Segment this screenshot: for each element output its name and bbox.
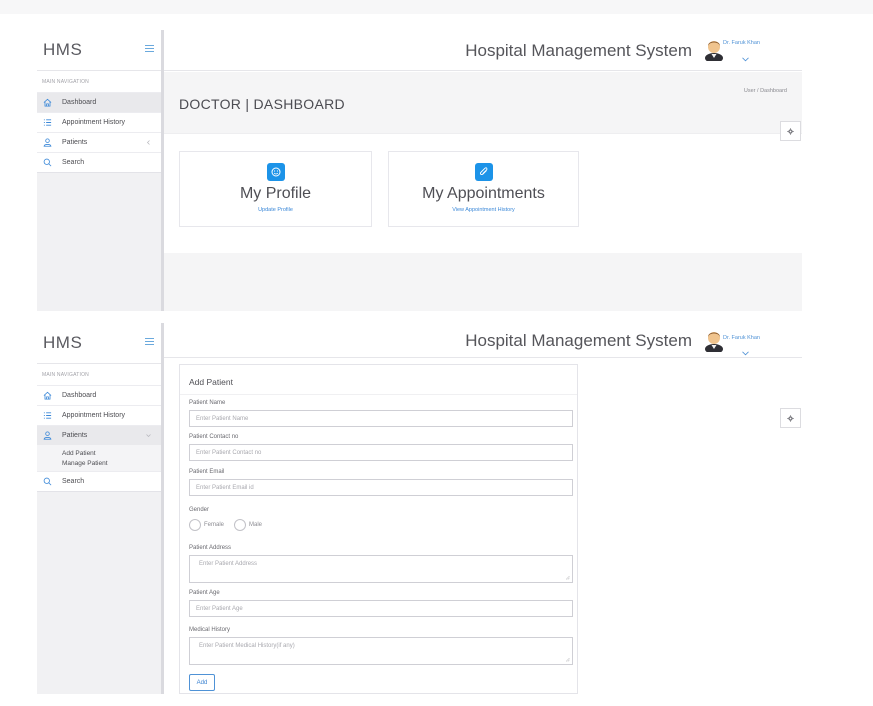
settings-button[interactable] <box>780 121 801 141</box>
sidebar-item-label: Search <box>62 159 85 166</box>
paperclip-icon <box>474 163 493 181</box>
add-patient-form: Add Patient Patient Name Enter Patient N… <box>179 364 578 694</box>
view-appointment-history-link[interactable]: View Appointment History <box>389 207 578 213</box>
female-radio-label: Female <box>204 522 225 528</box>
patient-name-input[interactable]: Enter Patient Name <box>189 410 573 427</box>
avatar[interactable] <box>704 328 724 354</box>
user-icon <box>41 138 53 148</box>
home-icon <box>41 391 53 401</box>
user-icon <box>41 431 53 441</box>
chevron-down-icon <box>146 433 151 438</box>
sidebar: HMS MAIN NAVIGATION Dashboard Appointmen… <box>37 30 164 311</box>
main-content: Hospital Management System Dr. Faruk Kha… <box>164 323 802 694</box>
gear-icon <box>787 414 794 422</box>
resize-grip-icon[interactable] <box>565 575 570 580</box>
sidebar-item-appointment-history[interactable]: Appointment History <box>37 112 161 132</box>
sidebar-item-patients[interactable]: Patients <box>37 132 161 152</box>
user-name[interactable]: Dr. Faruk Khan <box>723 335 760 341</box>
nav-heading: MAIN NAVIGATION <box>37 71 161 92</box>
male-radio[interactable] <box>234 519 247 531</box>
chevron-down-icon[interactable] <box>742 49 749 62</box>
nav-list: Dashboard Appointment History Patients S… <box>37 92 161 173</box>
app-logo: HMS <box>43 333 83 352</box>
user-name[interactable]: Dr. Faruk Khan <box>723 40 760 46</box>
male-radio-label: Male <box>249 522 263 528</box>
chevron-down-icon[interactable] <box>742 343 749 356</box>
page-header: DOCTOR | DASHBOARD User / Dashboard <box>164 72 802 134</box>
patient-contact-input[interactable]: Enter Patient Contact no <box>189 444 573 461</box>
appointments-card[interactable]: My Appointments View Appointment History <box>388 151 579 227</box>
patient-email-input[interactable]: Enter Patient Email id <box>189 479 573 496</box>
sidebar-item-dashboard[interactable]: Dashboard <box>37 385 161 405</box>
form-divider <box>180 394 577 395</box>
gender-options: Female Male <box>189 519 262 531</box>
menu-toggle-icon[interactable] <box>145 45 154 52</box>
sidebar-item-search[interactable]: Search <box>37 152 161 172</box>
search-icon <box>41 158 53 168</box>
sidebar-item-label: Dashboard <box>62 99 97 106</box>
female-radio[interactable] <box>189 519 201 531</box>
medical-history-placeholder: Enter Patient Medical History(if any) <box>199 643 295 649</box>
resize-grip-icon[interactable] <box>565 657 570 662</box>
patient-name-label: Patient Name <box>189 400 226 406</box>
search-icon <box>41 477 53 487</box>
settings-button[interactable] <box>780 408 801 428</box>
sidebar-item-appointment-history[interactable]: Appointment History <box>37 405 161 425</box>
smile-icon <box>266 163 285 181</box>
menu-toggle-icon[interactable] <box>145 338 154 345</box>
chevron-left-icon <box>146 140 151 145</box>
avatar[interactable] <box>704 37 724 63</box>
nav-list: Dashboard Appointment History Patients A… <box>37 385 161 492</box>
add-patient-button[interactable]: Add <box>189 674 215 691</box>
card-title: My Profile <box>239 185 312 202</box>
logo-row: HMS <box>37 323 161 364</box>
main-content: Hospital Management System Dr. Faruk Kha… <box>164 30 802 311</box>
sidebar-item-dashboard[interactable]: Dashboard <box>37 92 161 112</box>
medical-history-textarea[interactable]: Enter Patient Medical History(if any) <box>189 637 573 665</box>
add-patient-screen: HMS MAIN NAVIGATION Dashboard Appointmen… <box>37 323 802 694</box>
app-title: Hospital Management System <box>465 331 692 350</box>
card-title: My Appointments <box>422 185 545 202</box>
gender-label: Gender <box>189 507 210 513</box>
logo-row: HMS <box>37 30 161 71</box>
submenu-item-add-patient[interactable]: Add Patient <box>37 445 161 459</box>
home-icon <box>41 98 53 108</box>
app-title: Hospital Management System <box>465 41 692 60</box>
browser-top-strip <box>0 0 873 14</box>
sidebar-item-label: Search <box>62 478 85 485</box>
sidebar-item-label: Patients <box>62 432 88 439</box>
patient-age-input[interactable]: Enter Patient Age <box>189 600 573 617</box>
medical-history-label: Medical History <box>189 627 231 633</box>
top-header: Hospital Management System Dr. Faruk Kha… <box>164 323 802 358</box>
list-icon <box>41 118 53 128</box>
gear-icon <box>787 127 794 135</box>
app-logo: HMS <box>43 40 83 59</box>
content-footer-band <box>164 253 802 311</box>
patient-contact-label: Patient Contact no <box>189 434 239 440</box>
sidebar: HMS MAIN NAVIGATION Dashboard Appointmen… <box>37 323 164 694</box>
patient-email-label: Patient Email <box>189 469 225 475</box>
submenu-item-manage-patient[interactable]: Manage Patient <box>37 459 161 471</box>
dashboard-screen: HMS MAIN NAVIGATION Dashboard Appointmen… <box>37 30 802 311</box>
sidebar-item-label: Appointment History <box>62 412 126 419</box>
patient-age-label: Patient Age <box>189 590 220 596</box>
sidebar-item-label: Appointment History <box>62 119 126 126</box>
patient-address-placeholder: Enter Patient Address <box>199 561 258 567</box>
breadcrumb[interactable]: User / Dashboard <box>744 88 787 94</box>
form-title: Add Patient <box>189 377 233 387</box>
top-header: Hospital Management System Dr. Faruk Kha… <box>164 30 802 71</box>
profile-card[interactable]: My Profile Update Profile <box>179 151 372 227</box>
sidebar-item-label: Dashboard <box>62 392 97 399</box>
sidebar-item-label: Patients <box>62 139 88 146</box>
patient-address-textarea[interactable]: Enter Patient Address <box>189 555 573 583</box>
nav-heading: MAIN NAVIGATION <box>37 364 161 385</box>
sidebar-item-search[interactable]: Search <box>37 471 161 491</box>
list-icon <box>41 411 53 421</box>
page-title: DOCTOR | DASHBOARD <box>179 96 345 112</box>
update-profile-link[interactable]: Update Profile <box>180 207 371 213</box>
sidebar-item-patients[interactable]: Patients <box>37 425 161 445</box>
patient-address-label: Patient Address <box>189 545 232 551</box>
